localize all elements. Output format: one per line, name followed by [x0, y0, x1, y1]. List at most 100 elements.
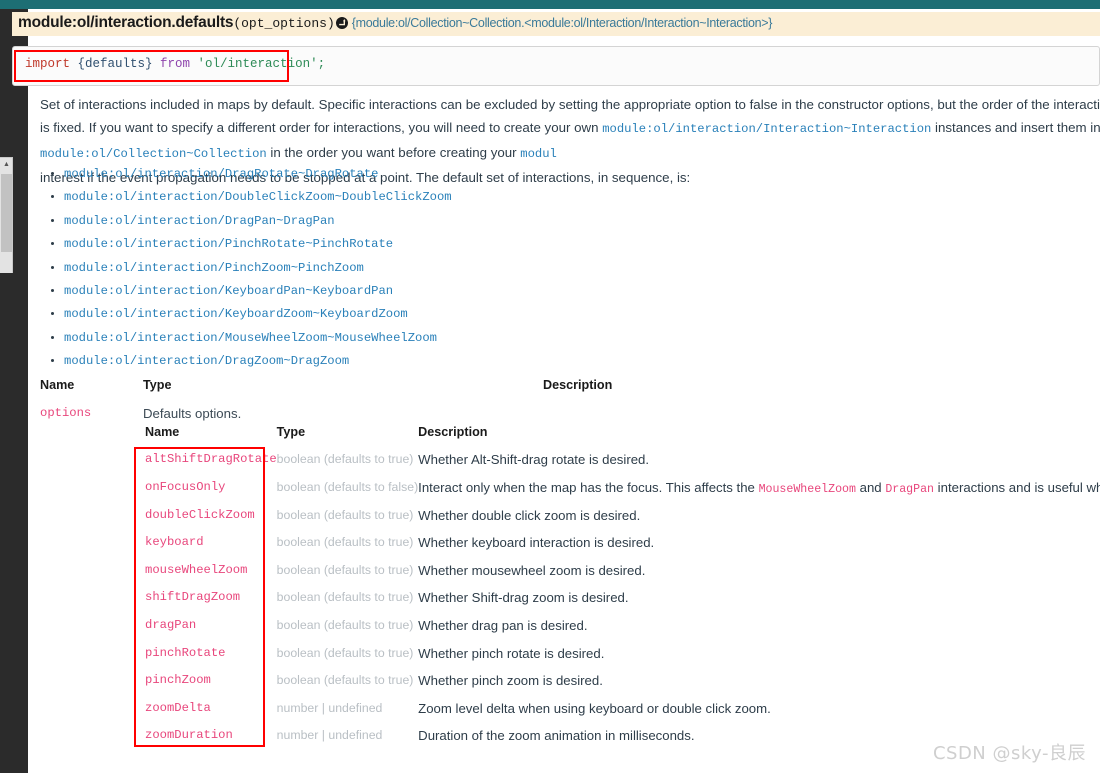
- list-item: module:ol/interaction/DragRotate~DragRot…: [64, 163, 452, 186]
- header-type: Type: [276, 425, 306, 439]
- link-collection-module[interactable]: module:ol/Collection~Collection: [40, 147, 267, 161]
- code-token-braces: {defaults}: [70, 57, 161, 71]
- option-description: Whether Alt-Shift-drag rotate is desired…: [418, 452, 650, 467]
- list-item: module:ol/interaction/DragPan~DragPan: [64, 210, 452, 233]
- option-type: boolean (defaults to true): [276, 535, 414, 550]
- list-item: module:ol/interaction/KeyboardZoom~Keybo…: [64, 303, 452, 326]
- option-type: boolean (defaults to true): [276, 452, 414, 466]
- link-mousewheelzoom[interactable]: MouseWheelZoom: [759, 483, 856, 496]
- option-type: boolean (defaults to true): [276, 590, 414, 605]
- list-item: module:ol/interaction/KeyboardPan~Keyboa…: [64, 280, 452, 303]
- table-row: shiftDragZoom boolean (defaults to true)…: [145, 590, 1100, 618]
- description-text-4: in the order you want before creating yo…: [266, 145, 521, 160]
- page-root: ▲ module:ol/interaction.defaults(opt_opt…: [0, 0, 1100, 773]
- option-type: number | undefined: [276, 700, 383, 715]
- option-type: boolean (defaults to true): [276, 562, 414, 577]
- option-name: altShiftDragRotate: [145, 452, 277, 466]
- signature-header: module:ol/interaction.defaults(opt_optio…: [12, 12, 1100, 36]
- header-type: Type: [143, 378, 172, 392]
- option-type: boolean (defaults to true): [276, 673, 414, 688]
- option-description: Interact only when the map has the focus…: [418, 480, 1100, 508]
- code-token-keyword: import: [25, 57, 71, 71]
- table-row: dragPan boolean (defaults to true) Wheth…: [145, 618, 1100, 646]
- option-type: boolean (defaults to true): [276, 645, 414, 660]
- option-description-text-c: interactions and is useful when page scr…: [937, 479, 1100, 495]
- table-header-row: Name Type Description: [40, 378, 1100, 406]
- interaction-link[interactable]: module:ol/interaction/KeyboardPan~Keyboa…: [64, 284, 393, 298]
- table-row: zoomDelta number | undefined Zoom level …: [145, 701, 1100, 729]
- list-item: module:ol/interaction/PinchRotate~PinchR…: [64, 233, 452, 256]
- table-row: pinchZoom boolean (defaults to true) Whe…: [145, 673, 1100, 701]
- signature-return-type: {module:ol/Collection~Collection.<module…: [351, 16, 773, 30]
- param-type-options: Defaults options.: [143, 406, 242, 421]
- interaction-link[interactable]: module:ol/interaction/PinchZoom~PinchZoo…: [64, 261, 364, 275]
- list-item: module:ol/interaction/DoubleClickZoom~Do…: [64, 186, 452, 209]
- interaction-list: module:ol/interaction/DragRotate~DragRot…: [40, 163, 452, 374]
- option-description: Whether Shift-drag zoom is desired.: [418, 590, 629, 606]
- interaction-link[interactable]: module:ol/interaction/KeyboardZoom~Keybo…: [64, 307, 408, 321]
- import-code-line: import {defaults} from 'ol/interaction';: [25, 57, 325, 71]
- interaction-link[interactable]: module:ol/interaction/DoubleClickZoom~Do…: [64, 190, 452, 204]
- header-name: Name: [145, 425, 180, 439]
- table-row: doubleClickZoom boolean (defaults to tru…: [145, 508, 1100, 536]
- sidebar-scrollbar[interactable]: ▲: [0, 157, 13, 273]
- signature-params: (opt_options): [233, 16, 335, 31]
- option-name: doubleClickZoom: [145, 507, 255, 522]
- option-name: keyboard: [145, 535, 204, 550]
- table-row: pinchRotate boolean (defaults to true) W…: [145, 646, 1100, 674]
- list-item: module:ol/interaction/DragZoom~DragZoom: [64, 350, 452, 373]
- option-name: mouseWheelZoom: [145, 562, 248, 577]
- params-table: Name Type Description options Defaults o…: [40, 378, 1100, 421]
- list-item: module:ol/interaction/PinchZoom~PinchZoo…: [64, 257, 452, 280]
- link-module-truncated[interactable]: modul: [520, 147, 557, 161]
- table-row: onFocusOnly boolean (defaults to false) …: [145, 480, 1100, 508]
- option-type: boolean (defaults to true): [276, 507, 414, 522]
- option-description: Whether pinch rotate is desired.: [418, 645, 605, 661]
- scroll-up-arrow-icon[interactable]: ▲: [2, 160, 11, 169]
- table-header-row: Name Type Description: [145, 425, 1100, 452]
- table-row: options Defaults options.: [40, 406, 1100, 421]
- option-type: boolean (defaults to false): [276, 479, 419, 494]
- option-description: Whether mousewheel zoom is desired.: [418, 562, 646, 578]
- option-type: boolean (defaults to true): [276, 617, 414, 632]
- option-description: Whether keyboard interaction is desired.: [418, 535, 655, 551]
- interaction-link[interactable]: module:ol/interaction/DragPan~DragPan: [64, 214, 335, 228]
- param-name-options: options: [40, 406, 92, 420]
- option-description: Zoom level delta when using keyboard or …: [418, 700, 771, 716]
- table-row: mouseWheelZoom boolean (defaults to true…: [145, 563, 1100, 591]
- option-description: Whether drag pan is desired.: [418, 617, 588, 633]
- table-row: altShiftDragRotate boolean (defaults to …: [145, 452, 1100, 480]
- code-token-module: 'ol/interaction';: [190, 57, 326, 71]
- link-interaction-module[interactable]: module:ol/interaction/Interaction~Intera…: [602, 122, 931, 136]
- interaction-link[interactable]: module:ol/interaction/DragZoom~DragZoom: [64, 354, 349, 368]
- code-token-from: from: [160, 57, 191, 71]
- scrollbar-thumb[interactable]: [1, 174, 12, 252]
- option-name: pinchRotate: [145, 645, 226, 660]
- option-description-text-a: Interact only when the map has the focus…: [418, 479, 759, 495]
- returns-arrow-icon: [335, 16, 348, 34]
- header-name: Name: [40, 378, 75, 392]
- signature-name: module:ol/interaction.defaults: [18, 14, 234, 31]
- interaction-link[interactable]: module:ol/interaction/DragRotate~DragRot…: [64, 167, 379, 181]
- list-item: module:ol/interaction/MouseWheelZoom~Mou…: [64, 327, 452, 350]
- option-name: onFocusOnly: [145, 479, 226, 494]
- link-dragpan[interactable]: DragPan: [885, 483, 934, 496]
- header-description: Description: [543, 378, 613, 392]
- option-type: number | undefined: [276, 728, 383, 743]
- watermark: CSDN @sky-良辰: [932, 743, 1086, 764]
- left-sidebar: ▲: [0, 9, 28, 773]
- import-code-block[interactable]: import {defaults} from 'ol/interaction';: [12, 46, 1100, 86]
- table-row: keyboard boolean (defaults to true) Whet…: [145, 535, 1100, 563]
- description-text-2: will need to create your own: [433, 120, 603, 135]
- interaction-link[interactable]: module:ol/interaction/MouseWheelZoom~Mou…: [64, 331, 437, 345]
- top-accent-strip: [0, 0, 1100, 9]
- option-name: pinchZoom: [145, 673, 211, 688]
- option-description: Whether double click zoom is desired.: [418, 507, 641, 523]
- param-description-options: [543, 406, 1100, 421]
- option-description-text-b: and: [855, 479, 886, 495]
- option-description: Whether pinch zoom is desired.: [418, 673, 603, 689]
- interaction-link[interactable]: module:ol/interaction/PinchRotate~PinchR…: [64, 237, 393, 251]
- option-name: zoomDuration: [145, 728, 233, 743]
- option-name: dragPan: [145, 617, 197, 632]
- option-name: shiftDragZoom: [145, 590, 241, 605]
